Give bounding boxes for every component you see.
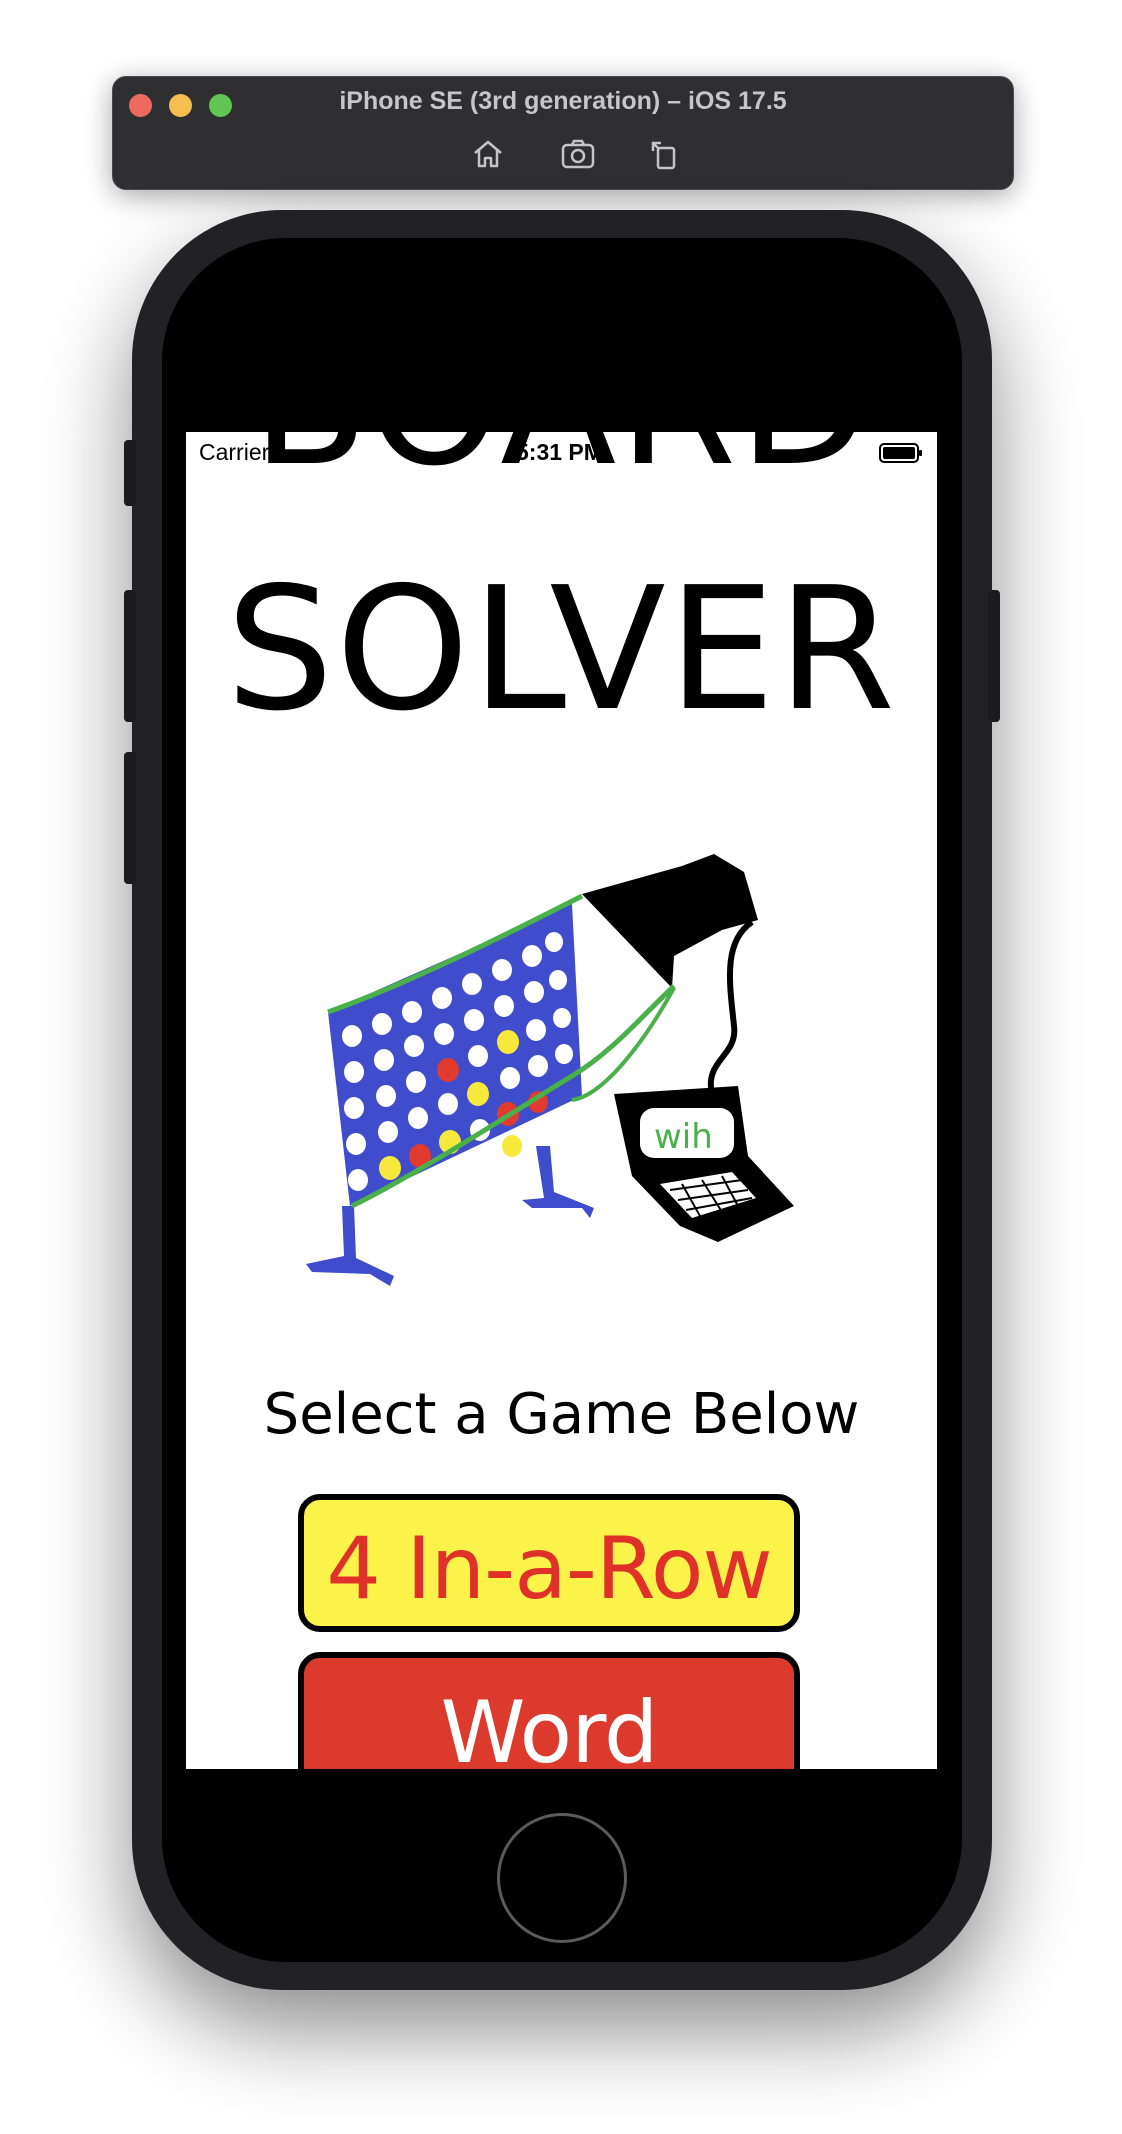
status-time: 5:31 PM xyxy=(516,439,603,465)
home-button[interactable] xyxy=(497,1813,627,1943)
home-toolbar-button[interactable] xyxy=(469,135,507,173)
volume-down-button xyxy=(124,752,136,884)
home-icon xyxy=(474,140,502,168)
screenshot-toolbar-button[interactable] xyxy=(559,135,597,173)
app-title-solver: SOLVER xyxy=(225,551,898,749)
select-game-heading: Select a Game Below xyxy=(263,1382,860,1447)
computer-screen-text: wih xyxy=(654,1117,713,1157)
four-in-a-row-button[interactable]: 4 In-a-Row xyxy=(298,1494,800,1632)
rotate-toolbar-button[interactable] xyxy=(645,135,683,173)
four-in-a-row-label: 4 In-a-Row xyxy=(326,1519,773,1619)
carrier-label: Carrier xyxy=(199,439,270,465)
side-power-button xyxy=(988,590,1000,722)
word-scramble-button[interactable]: Word Scramble xyxy=(298,1652,800,1769)
simulator-title-bar: iPhone SE (3rd generation) – iOS 17.5 xyxy=(112,76,1014,190)
screenshot-icon xyxy=(561,139,595,169)
app-screen: BOARD Carrier 5:31 PM SOLVER xyxy=(186,432,937,1769)
battery-icon xyxy=(879,443,922,463)
word-scramble-label: Word Scramble xyxy=(440,1683,658,1769)
mute-switch xyxy=(124,440,136,506)
rotate-icon xyxy=(651,141,676,170)
status-bar: Carrier 5:31 PM xyxy=(186,432,937,472)
board-solver-illustration: wih xyxy=(306,854,794,1286)
simulator-title: iPhone SE (3rd generation) – iOS 17.5 xyxy=(339,87,787,115)
volume-up-button xyxy=(124,590,136,722)
